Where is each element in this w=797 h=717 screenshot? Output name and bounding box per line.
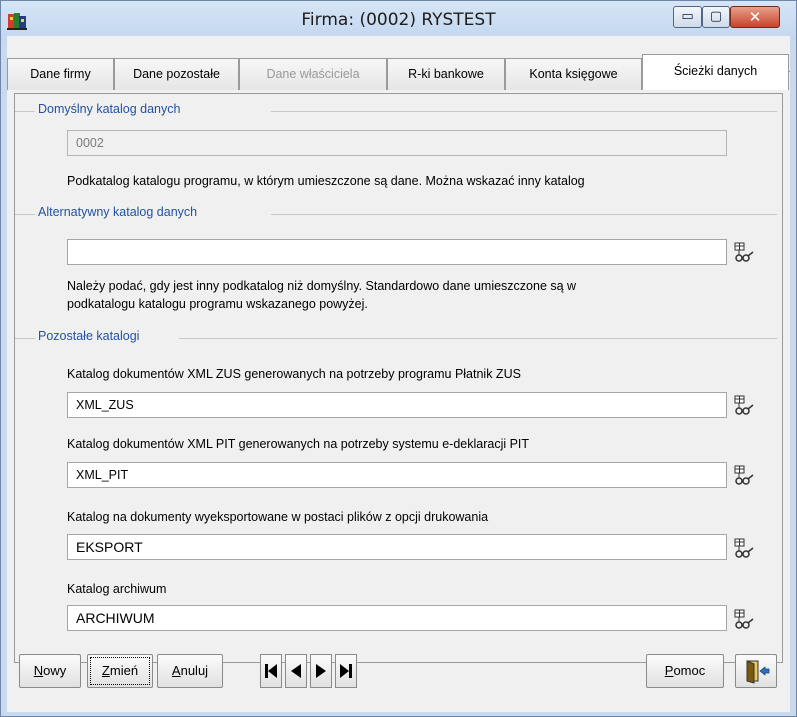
group-border bbox=[271, 111, 777, 112]
tab-konta-ksiegowe[interactable]: Konta księgowe bbox=[505, 58, 642, 90]
close-icon: ✕ bbox=[748, 8, 762, 26]
browse-folder-icon[interactable] bbox=[733, 608, 755, 630]
first-record-button[interactable] bbox=[260, 654, 282, 688]
last-record-button[interactable] bbox=[335, 654, 357, 688]
browse-folder-icon[interactable] bbox=[733, 394, 755, 416]
browse-folder-icon[interactable] bbox=[733, 537, 755, 559]
exit-door-icon bbox=[746, 660, 770, 684]
previous-record-icon bbox=[291, 664, 301, 678]
window: Firma: (0002) RYSTEST ▭ ▢ ✕ Dane firmy D… bbox=[0, 0, 797, 717]
group-legend-other-catalogs: Pozostałe katalogi bbox=[38, 329, 146, 343]
zus-catalog-input[interactable]: XML_ZUS bbox=[67, 392, 727, 418]
alt-catalog-hint-2: podkatalogu katalogu programu wskazanego… bbox=[67, 297, 368, 311]
group-border bbox=[15, 111, 35, 112]
minimize-button[interactable]: ▭ bbox=[673, 6, 702, 28]
alt-catalog-hint-1: Należy podać, gdy jest inny podkatalog n… bbox=[67, 279, 577, 293]
first-record-icon bbox=[265, 664, 277, 678]
next-record-button[interactable] bbox=[310, 654, 332, 688]
new-button-label: owy bbox=[43, 663, 67, 678]
pit-catalog-label: Katalog dokumentów XML PIT generowanych … bbox=[67, 437, 530, 451]
group-border bbox=[15, 338, 35, 339]
archive-catalog-label: Katalog archiwum bbox=[67, 582, 167, 596]
maximize-button[interactable]: ▢ bbox=[702, 6, 730, 28]
tab-dane-wlasciciela: Dane właściciela bbox=[239, 58, 387, 90]
group-border bbox=[15, 214, 35, 215]
pit-catalog-input[interactable]: XML_PIT bbox=[67, 462, 727, 488]
alt-catalog-input[interactable] bbox=[67, 239, 727, 265]
tab-dane-firmy[interactable]: Dane firmy bbox=[7, 58, 114, 90]
tab-sciezki-danych[interactable]: Ścieżki danych bbox=[642, 54, 789, 90]
help-button[interactable]: Pomoc bbox=[646, 654, 724, 688]
default-catalog-hint: Podkatalog katalogu programu, w którym u… bbox=[67, 174, 585, 188]
title-bar: Firma: (0002) RYSTEST ▭ ▢ ✕ bbox=[1, 1, 796, 41]
close-button[interactable]: ✕ bbox=[730, 6, 780, 28]
help-button-label: omoc bbox=[673, 663, 706, 678]
group-legend-default-catalog: Domyślny katalog danych bbox=[38, 102, 187, 116]
export-catalog-label: Katalog na dokumenty wyeksportowane w po… bbox=[67, 510, 489, 524]
maximize-icon: ▢ bbox=[709, 9, 723, 24]
browse-folder-icon[interactable] bbox=[733, 241, 755, 263]
minimize-icon: ▭ bbox=[681, 9, 694, 24]
export-catalog-input[interactable]: EKSPORT bbox=[67, 534, 727, 560]
edit-button-label: mień bbox=[109, 663, 139, 678]
new-button[interactable]: Nowy bbox=[19, 654, 81, 688]
tab-dane-pozostale[interactable]: Dane pozostałe bbox=[114, 58, 239, 90]
exit-button[interactable] bbox=[735, 654, 777, 688]
cancel-button[interactable]: Anuluj bbox=[157, 654, 223, 688]
edit-button-mnemonic: Z bbox=[101, 663, 110, 678]
tab-r-ki-bankowe[interactable]: R-ki bankowe bbox=[387, 58, 505, 90]
new-button-mnemonic: N bbox=[33, 663, 44, 678]
archive-catalog-input[interactable]: ARCHIWUM bbox=[67, 605, 727, 631]
previous-record-button[interactable] bbox=[285, 654, 307, 688]
group-border bbox=[179, 338, 777, 339]
group-legend-alt-catalog: Alternatywny katalog danych bbox=[38, 205, 204, 219]
next-record-icon bbox=[316, 664, 326, 678]
last-record-icon bbox=[340, 664, 352, 678]
zus-catalog-label: Katalog dokumentów XML ZUS generowanych … bbox=[67, 367, 521, 381]
cancel-button-mnemonic: A bbox=[171, 663, 181, 678]
browse-folder-icon[interactable] bbox=[733, 464, 755, 486]
default-catalog-field: 0002 bbox=[67, 130, 727, 156]
cancel-button-label: nuluj bbox=[180, 663, 209, 678]
group-border bbox=[271, 214, 777, 215]
edit-button[interactable]: Zmień bbox=[87, 654, 153, 688]
